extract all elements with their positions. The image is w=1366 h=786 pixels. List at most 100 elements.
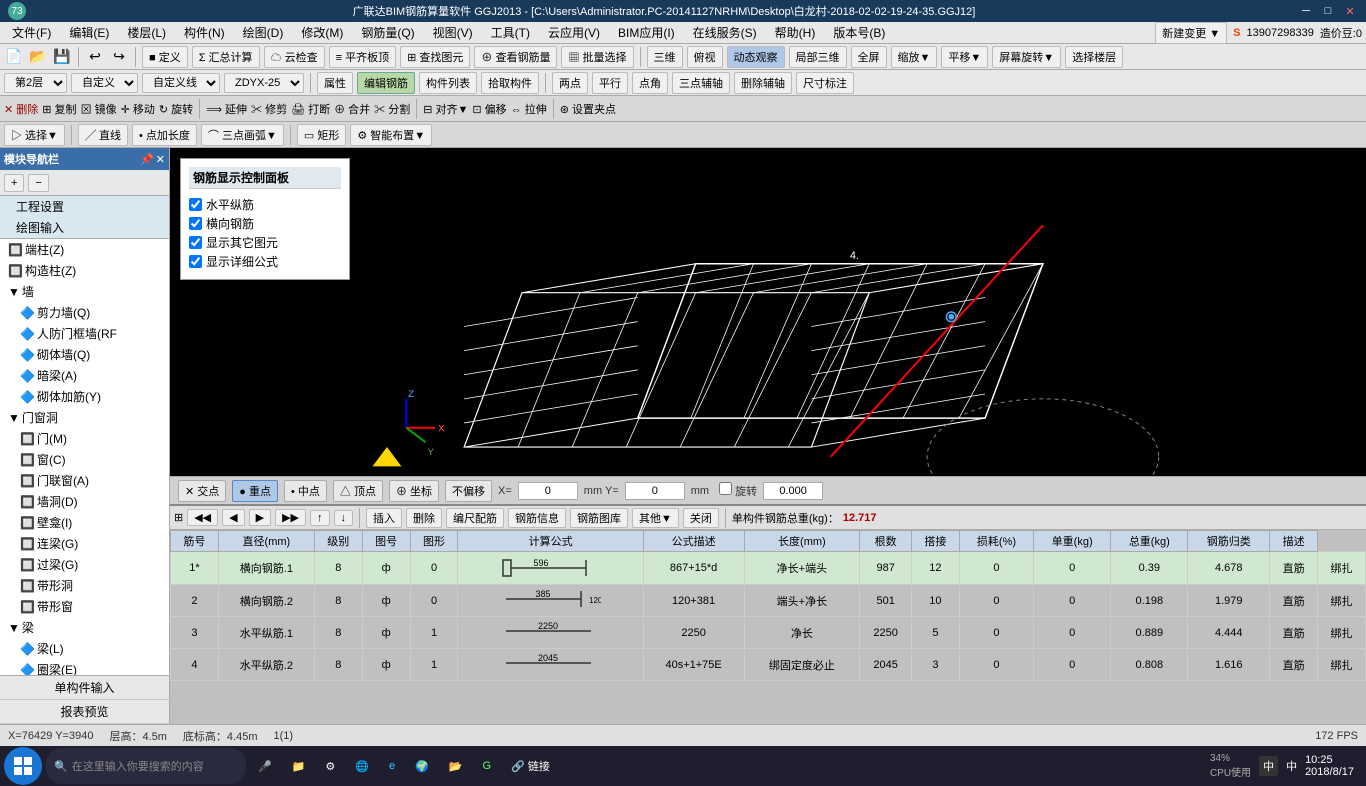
tree-end-column[interactable]: 🔲端柱(Z) [0, 239, 169, 260]
menu-element[interactable]: 构件(N) [176, 22, 233, 43]
maximize-button[interactable]: □ [1320, 4, 1336, 18]
taskbar-app1[interactable]: 📁 [284, 748, 314, 784]
save-icon[interactable]: 💾 [52, 47, 72, 67]
tree-beam[interactable]: 🔷梁(L) [0, 638, 169, 659]
tree-masonry-wall[interactable]: 🔷砌体墙(Q) [0, 344, 169, 365]
rebar-info-button[interactable]: 钢筋信息 [508, 508, 566, 528]
rotate-checkbox[interactable] [719, 482, 732, 495]
menu-help[interactable]: 帮助(H) [767, 22, 824, 43]
floor-opt-select[interactable]: 自定义 [71, 73, 138, 93]
rotate-action[interactable]: ↻ 旋转 [159, 101, 193, 117]
rebar-table[interactable]: 筋号 直径(mm) 级别 图号 图形 计算公式 公式描述 长度(mm) 根数 搭… [170, 530, 1366, 724]
line-type-select[interactable]: 自定义线 [142, 73, 220, 93]
taskbar-mic-icon[interactable]: 🎤 [250, 748, 280, 784]
line-button[interactable]: ╱ 直线 [78, 124, 128, 146]
tree-construct-column[interactable]: 🔲构造柱(Z) [0, 260, 169, 281]
select-button[interactable]: ▷ 选择▼ [4, 124, 65, 146]
del-action[interactable]: ✕ 删除 [4, 101, 38, 117]
y-input[interactable] [625, 482, 685, 500]
nav-close-icon[interactable]: ✕ [156, 153, 165, 166]
minus-icon[interactable]: − [28, 174, 48, 192]
batch-select-button[interactable]: ▦ 批量选择 [561, 46, 633, 68]
cad-viewport[interactable]: 钢筋显示控制面板 水平纵筋 横向钢筋 显示其它图元 显示详细公式 [170, 148, 1366, 476]
project-setup-link[interactable]: 工程设置 [0, 196, 169, 217]
cb-show-formula[interactable]: 显示详细公式 [189, 252, 341, 271]
table-expand-icon[interactable]: ⊞ [174, 511, 183, 524]
menu-online[interactable]: 在线服务(S) [685, 22, 765, 43]
top-view-button[interactable]: 俯视 [687, 46, 723, 68]
nav-prev-button[interactable]: ◀ [222, 509, 244, 526]
nav-next-button[interactable]: ▶ [249, 509, 271, 526]
edit-dim-button[interactable]: 编尺配筋 [446, 508, 504, 528]
tree-hidden-beam[interactable]: 🔷暗梁(A) [0, 365, 169, 386]
ime-icon[interactable]: 中 [1286, 758, 1297, 774]
tree-civil-wall[interactable]: 🔷人防门框墙(RF [0, 323, 169, 344]
cb-horizontal-rebar[interactable]: 水平纵筋 [189, 195, 341, 214]
extend-action[interactable]: ⟹ 延伸 [206, 101, 247, 117]
find-element-button[interactable]: ⊞ 查找图元 [400, 46, 470, 68]
close-table-button[interactable]: 关闭 [683, 508, 719, 528]
report-preview-button[interactable]: 报表预览 [0, 700, 169, 724]
tree-ring-beam[interactable]: 🔷圈梁(E) [0, 659, 169, 675]
calc-button[interactable]: Σ 汇总计算 [192, 46, 260, 68]
smart-layout-button[interactable]: ⚙ 智能布置▼ [350, 124, 432, 146]
trim-action[interactable]: ✂ 修剪 [251, 101, 287, 117]
align-slab-button[interactable]: ≡ 平齐板顶 [329, 46, 396, 68]
nav-pin-icon[interactable]: 📌 [140, 153, 154, 166]
menu-modify[interactable]: 修改(M) [293, 22, 351, 43]
snap-vertex-button[interactable]: △ 顶点 [333, 480, 383, 502]
table-row[interactable]: 2 横向钢筋.2 8 ф 0 385 120 [171, 585, 1366, 617]
element-select[interactable]: ZDYX-25 [224, 73, 304, 93]
tree-niche[interactable]: 🔲壁龛(I) [0, 512, 169, 533]
tree-strip-hole[interactable]: 🔲带形洞 [0, 575, 169, 596]
nav-last-button[interactable]: ▶▶ [275, 509, 306, 526]
table-row[interactable]: 3 水平纵筋.1 8 ф 1 2250 2250 [171, 617, 1366, 649]
three-point-axis-button[interactable]: 三点辅轴 [672, 72, 730, 94]
menu-bim[interactable]: BIM应用(I) [610, 22, 683, 43]
nav-down-button[interactable]: ↓ [334, 510, 354, 526]
table-row[interactable]: 1* 横向钢筋.1 8 ф 0 [171, 552, 1366, 585]
properties-button[interactable]: 属性 [317, 72, 353, 94]
tree-lintel[interactable]: 🔲过梁(G) [0, 554, 169, 575]
dynamic-observe-button[interactable]: 动态观察 [727, 46, 785, 68]
dimension-button[interactable]: 尺寸标注 [796, 72, 854, 94]
merge-action[interactable]: ⊕ 合并 [334, 101, 370, 117]
other-button[interactable]: 其他▼ [632, 508, 679, 528]
menu-edit[interactable]: 编辑(E) [61, 22, 117, 43]
lang-icon[interactable]: 中 [1259, 756, 1278, 776]
select-floor-button[interactable]: 选择楼层 [1065, 46, 1123, 68]
taskbar-gd-icon[interactable]: G [475, 748, 500, 784]
minimize-button[interactable]: ─ [1298, 4, 1314, 18]
align-action[interactable]: ⊟ 对齐▼ [423, 101, 468, 117]
cb-show-other[interactable]: 显示其它图元 [189, 233, 341, 252]
floor-select[interactable]: 第2层 [4, 73, 67, 93]
zoom-button[interactable]: 缩放▼ [891, 46, 938, 68]
view-rebar-button[interactable]: ⊕ 查看钢筋量 [474, 46, 557, 68]
taskbar-chrome-icon[interactable]: 🌍 [407, 748, 437, 784]
tree-door[interactable]: 🔲门(M) [0, 428, 169, 449]
arc-button[interactable]: ⌒ 三点画弧▼ [201, 124, 284, 146]
snap-midpoint-button[interactable]: • 中点 [284, 480, 327, 502]
close-button[interactable]: ✕ [1342, 4, 1358, 18]
insert-row-button[interactable]: 插入 [366, 508, 402, 528]
drawing-input-link[interactable]: 绘图输入 [0, 217, 169, 238]
menu-view[interactable]: 视图(V) [425, 22, 481, 43]
tree-strip-window[interactable]: 🔲带形窗 [0, 596, 169, 617]
pan-button[interactable]: 平移▼ [941, 46, 988, 68]
menu-cloud[interactable]: 云应用(V) [540, 22, 608, 43]
move-action[interactable]: ✛ 移动 [121, 101, 155, 117]
tree-wall-hole[interactable]: 🔲墙洞(D) [0, 491, 169, 512]
redo-icon[interactable]: ↪ [109, 47, 129, 67]
tree-group-wall[interactable]: ▼墙 [0, 281, 169, 302]
nav-up-button[interactable]: ↑ [310, 510, 330, 526]
3d-button[interactable]: 三维 [647, 46, 683, 68]
rebar-library-button[interactable]: 钢筋图库 [570, 508, 628, 528]
point-angle-button[interactable]: 点角 [632, 72, 668, 94]
new-icon[interactable]: 📄 [4, 47, 24, 67]
set-point-action[interactable]: ⊛ 设置夹点 [560, 101, 616, 117]
rect-button[interactable]: ▭ 矩形 [297, 124, 346, 146]
local-3d-button[interactable]: 局部三维 [789, 46, 847, 68]
split-action[interactable]: ✂ 分割 [374, 101, 410, 117]
start-button[interactable] [4, 747, 42, 785]
print-action[interactable]: 🖨 打断 [291, 101, 330, 117]
